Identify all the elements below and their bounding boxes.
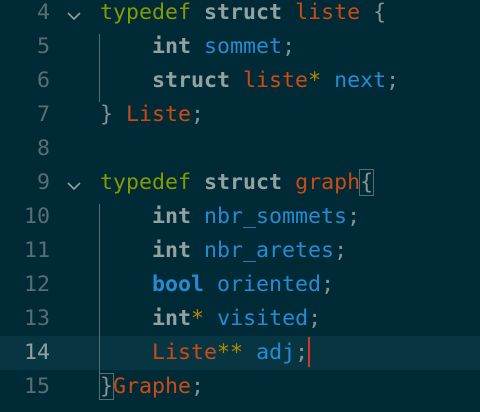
code-token: Liste [126,102,192,127]
code-line[interactable]: 4 typedef struct liste { [0,0,480,30]
line-number: 14 [23,340,50,365]
code-token: visited [217,306,309,331]
code-token: ; [191,374,205,399]
code-token: adj [256,340,296,365]
code-token: nbr_aretes [204,238,335,263]
code-token: ; [347,204,361,229]
code-line[interactable]: 5 int sommet; [0,30,480,64]
code-line[interactable]: 15}Graphe; [0,370,480,404]
code-token: typedef [100,0,192,25]
code-token: liste [295,0,361,25]
code-line[interactable]: 9 typedef struct graph{ [0,166,480,200]
code-token: typedef [100,170,192,195]
code-token: } [100,102,127,127]
line-number: 5 [36,34,50,59]
code-line[interactable]: 13 int* visited; [0,302,480,336]
line-number: 9 [36,170,50,195]
line-number: 13 [23,306,50,331]
code-text[interactable]: typedef struct liste { [100,0,386,30]
code-token: ; [295,340,309,365]
code-token: Liste [152,340,218,365]
line-number: 12 [23,272,50,297]
code-token: { [359,169,375,196]
code-token: { [360,0,387,25]
code-token: struct [204,0,283,25]
line-number: 4 [36,0,50,25]
code-token: liste [243,68,309,93]
code-token: graph [295,170,361,195]
code-token: ; [191,102,205,127]
code-line[interactable]: 11 int nbr_aretes; [0,234,480,268]
code-token: struct [152,68,231,93]
code-text[interactable]: int nbr_sommets; [100,200,360,234]
code-text[interactable]: bool oriented; [100,268,334,302]
code-token: ; [308,306,322,331]
code-token: ; [334,238,348,263]
code-text[interactable]: } Liste; [100,98,204,132]
code-token: int [152,238,192,263]
code-token: int [152,306,192,331]
line-number: 15 [23,374,50,399]
indent-guide-graph [99,204,100,374]
line-number: 7 [36,102,50,127]
code-text[interactable]: }Graphe; [98,370,205,404]
code-token: * [308,68,322,93]
line-number: 11 [23,238,50,263]
code-token: struct [204,170,283,195]
chevron-down-icon[interactable] [66,5,82,21]
code-token: int [152,34,192,59]
text-caret [308,336,311,367]
code-line[interactable]: 7} Liste; [0,98,480,132]
code-token: ; [282,34,296,59]
code-line[interactable]: 6 struct liste* next; [0,64,480,98]
code-text[interactable]: int sommet; [100,30,295,64]
code-token: nbr_sommets [204,204,348,229]
code-token: Graphe [113,374,192,399]
code-text[interactable]: typedef struct graph{ [100,166,375,200]
code-token: ; [321,272,335,297]
code-text[interactable]: int* visited; [100,302,321,336]
code-token: ; [386,68,400,93]
code-line[interactable]: 14 Liste** adj; [0,336,480,370]
code-line[interactable]: 12 bool oriented; [0,268,480,302]
code-text[interactable]: struct liste* next; [100,64,399,98]
line-number: 8 [36,136,50,161]
code-token: ** [217,340,244,365]
code-line[interactable]: 8 [0,132,480,166]
line-number: 10 [23,204,50,229]
code-token: next [334,68,387,93]
code-text[interactable]: Liste** adj; [100,336,311,370]
line-number: 6 [36,68,50,93]
code-token: * [191,306,205,331]
code-token: } [98,373,115,400]
code-token: bool [152,272,205,297]
chevron-down-icon[interactable] [66,175,82,191]
code-editor[interactable]: 15}Graphe; 14 Liste** adj; 13 int* visited… [0,0,480,412]
code-token: oriented [217,272,322,297]
code-token: sommet [204,34,283,59]
code-text[interactable]: int nbr_aretes; [100,234,347,268]
code-token: int [152,204,192,229]
code-line[interactable]: 10 int nbr_sommets; [0,200,480,234]
indent-guide-liste [99,34,100,102]
